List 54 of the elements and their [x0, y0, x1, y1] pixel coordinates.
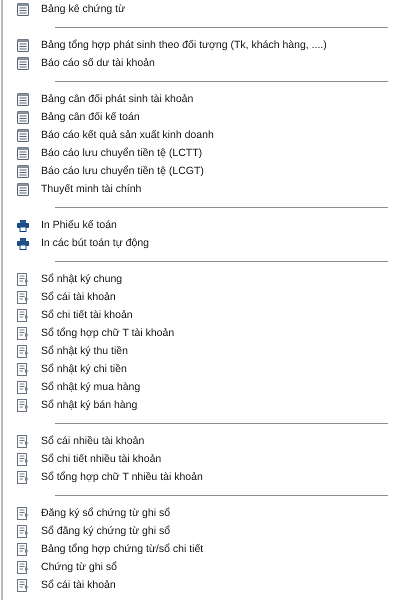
report-icon [17, 92, 29, 106]
report-icon [17, 182, 29, 196]
report-icon [17, 38, 29, 52]
notepad-icon [17, 434, 29, 448]
menu-item[interactable]: Sổ đăng ký chứng từ ghi sổ [39, 522, 172, 540]
menu-item[interactable]: In các bút toán tự động [39, 234, 152, 252]
menu-item[interactable]: Sổ chi tiết tài khoản [39, 306, 135, 324]
notepad-icon [17, 452, 29, 466]
notepad-icon [17, 362, 29, 376]
menu-item[interactable]: Báo cáo kết quả sản xuất kinh doanh [39, 126, 216, 144]
menu-item[interactable]: Chứng từ ghi sổ [39, 558, 119, 576]
menu-item[interactable]: Sổ nhật ký thu tiền [39, 342, 130, 360]
report-icon [17, 56, 29, 70]
notepad-icon [17, 542, 29, 556]
notepad-icon [17, 290, 29, 304]
notepad-icon [17, 380, 29, 394]
menu-item[interactable]: Sổ chi tiết nhiều tài khoản [39, 450, 164, 468]
menu-item[interactable]: Đăng ký sổ chứng từ ghi sổ [39, 504, 172, 522]
report-icon [17, 110, 29, 124]
notepad-icon [17, 398, 29, 412]
menu-item[interactable]: Sổ nhật ký chung [39, 270, 124, 288]
report-icon [17, 2, 29, 16]
notepad-icon [17, 506, 29, 520]
menu-item[interactable]: Sổ nhật ký bán hàng [39, 396, 140, 414]
menu-item[interactable]: Bảng tổng hợp phát sinh theo đối tượng (Tk, khách hàng, ....) [39, 36, 329, 54]
menu-item[interactable]: Báo cáo lưu chuyển tiền tệ (LCTT) [39, 144, 204, 162]
menu-item[interactable]: Sổ cái nhiều tài khoản [39, 432, 146, 450]
menu-item[interactable]: Bảng kê chứng từ [39, 0, 128, 18]
menu-item[interactable]: Báo cáo số dư tài khoản [39, 54, 157, 72]
report-icon [17, 146, 29, 160]
notepad-icon [17, 560, 29, 574]
notepad-icon [17, 470, 29, 484]
menu-item[interactable]: Sổ nhật ký mua hàng [39, 378, 142, 396]
menu-item[interactable]: Bảng tổng hợp chứng từ/sổ chi tiết [39, 540, 206, 558]
printer-icon [17, 218, 29, 232]
notepad-icon [17, 272, 29, 286]
menu-item[interactable]: Sổ tổng hợp chữ T tài khoản [39, 324, 176, 342]
menu-item[interactable]: Sổ cái tài khoản [39, 576, 118, 594]
notepad-icon [17, 326, 29, 340]
notepad-icon [17, 308, 29, 322]
notepad-icon [17, 578, 29, 592]
menu-item[interactable]: Báo cáo lưu chuyển tiền tệ (LCGT) [39, 162, 206, 180]
menu-item[interactable]: In Phiếu kế toán [39, 216, 119, 234]
menu-item[interactable]: Sổ tổng hợp chữ T nhiều tài khoản [39, 468, 205, 486]
report-icon [17, 164, 29, 178]
notepad-icon [17, 524, 29, 538]
menu-item[interactable]: Bảng cân đối kế toán [39, 108, 142, 126]
menu-item[interactable]: Sổ cái tài khoản [39, 288, 118, 306]
report-icon [17, 128, 29, 142]
printer-icon [17, 236, 29, 250]
notepad-icon [17, 344, 29, 358]
menu-item[interactable]: Bảng cân đối phát sinh tài khoản [39, 90, 196, 108]
menu-item[interactable]: Thuyết minh tài chính [39, 180, 144, 198]
menu-item[interactable]: Sổ nhật ký chi tiền [39, 360, 129, 378]
